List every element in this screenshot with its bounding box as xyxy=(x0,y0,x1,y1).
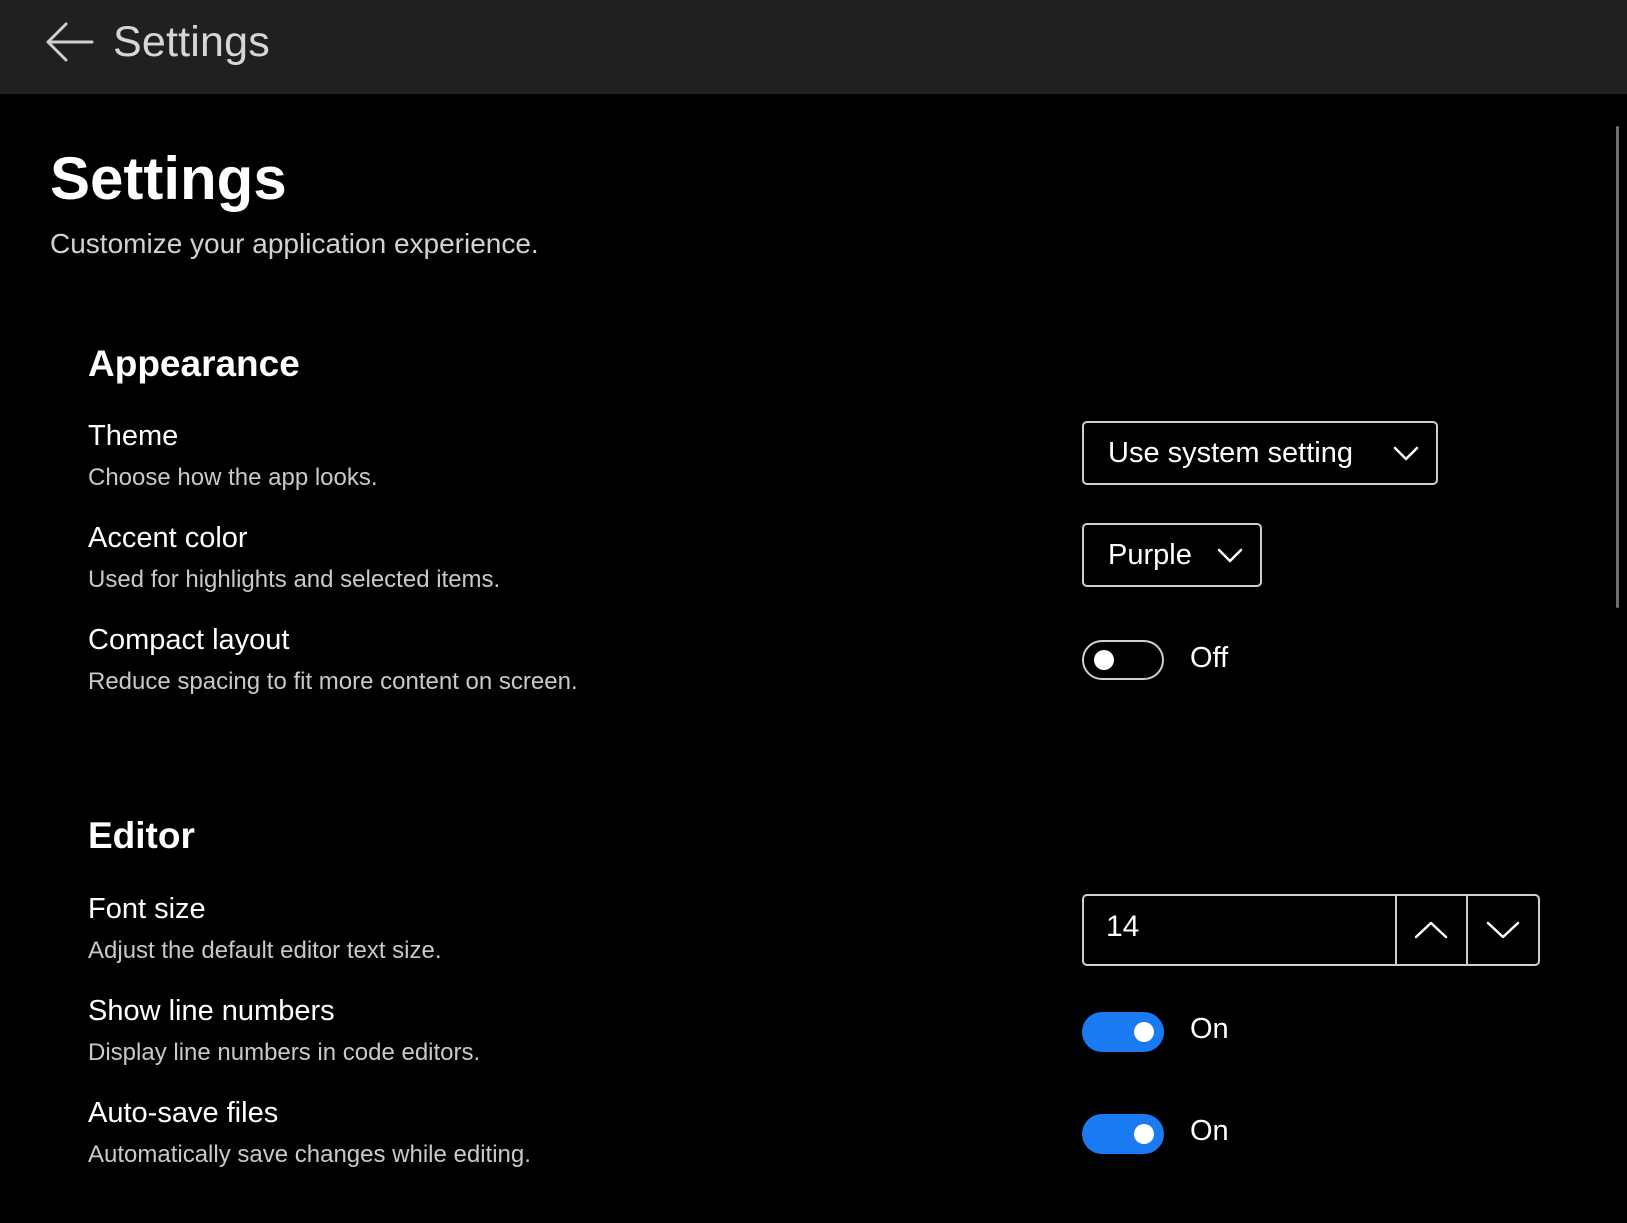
line-numbers-label: Show line numbers xyxy=(88,995,335,1027)
compact-layout-description: Reduce spacing to fit more content on sc… xyxy=(88,668,578,695)
accent-color-dropdown-value: Purple xyxy=(1108,538,1192,571)
compact-layout-state: Off xyxy=(1190,642,1229,674)
compact-layout-label: Compact layout xyxy=(88,624,290,656)
back-button[interactable] xyxy=(38,14,100,70)
vertical-scrollbar[interactable] xyxy=(1611,94,1627,1223)
decrement-button[interactable] xyxy=(1468,896,1538,964)
accent-color-description: Used for highlights and selected items. xyxy=(88,566,501,593)
auto-save-label: Auto-save files xyxy=(88,1097,279,1129)
accent-color-dropdown[interactable]: Purple xyxy=(1082,523,1262,587)
increment-button[interactable] xyxy=(1397,896,1469,964)
line-numbers-description: Display line numbers in code editors. xyxy=(88,1039,481,1066)
toggle-knob xyxy=(1094,650,1114,670)
chevron-up-icon xyxy=(1415,921,1448,939)
line-numbers-state: On xyxy=(1190,1013,1229,1045)
theme-dropdown-value: Use system setting xyxy=(1108,436,1353,469)
auto-save-description: Automatically save changes while editing… xyxy=(88,1141,531,1168)
chevron-down-icon xyxy=(1217,548,1243,563)
font-size-label: Font size xyxy=(88,893,206,925)
arrow-left-icon xyxy=(46,22,94,62)
compact-layout-toggle[interactable] xyxy=(1082,640,1164,680)
chevron-down-icon xyxy=(1393,446,1419,461)
font-size-stepper: 14 xyxy=(1082,894,1540,966)
theme-label: Theme xyxy=(88,420,179,452)
window-title: Settings xyxy=(113,18,270,66)
title-bar: Settings xyxy=(0,0,1627,94)
theme-description: Choose how the app looks. xyxy=(88,464,378,491)
auto-save-toggle[interactable] xyxy=(1082,1114,1164,1154)
theme-dropdown[interactable]: Use system setting xyxy=(1082,421,1438,485)
scrollbar-thumb[interactable] xyxy=(1616,126,1619,608)
chevron-down-icon xyxy=(1486,921,1520,939)
section-title-editor: Editor xyxy=(88,815,195,856)
accent-color-label: Accent color xyxy=(88,522,248,554)
line-numbers-toggle[interactable] xyxy=(1082,1012,1164,1052)
page-title: Settings xyxy=(50,145,287,212)
section-title-appearance: Appearance xyxy=(88,343,300,384)
toggle-knob xyxy=(1134,1022,1154,1042)
font-size-input[interactable]: 14 xyxy=(1084,896,1397,964)
page-subtitle: Customize your application experience. xyxy=(50,228,539,259)
auto-save-state: On xyxy=(1190,1115,1229,1147)
toggle-knob xyxy=(1134,1124,1154,1144)
font-size-description: Adjust the default editor text size. xyxy=(88,937,442,964)
